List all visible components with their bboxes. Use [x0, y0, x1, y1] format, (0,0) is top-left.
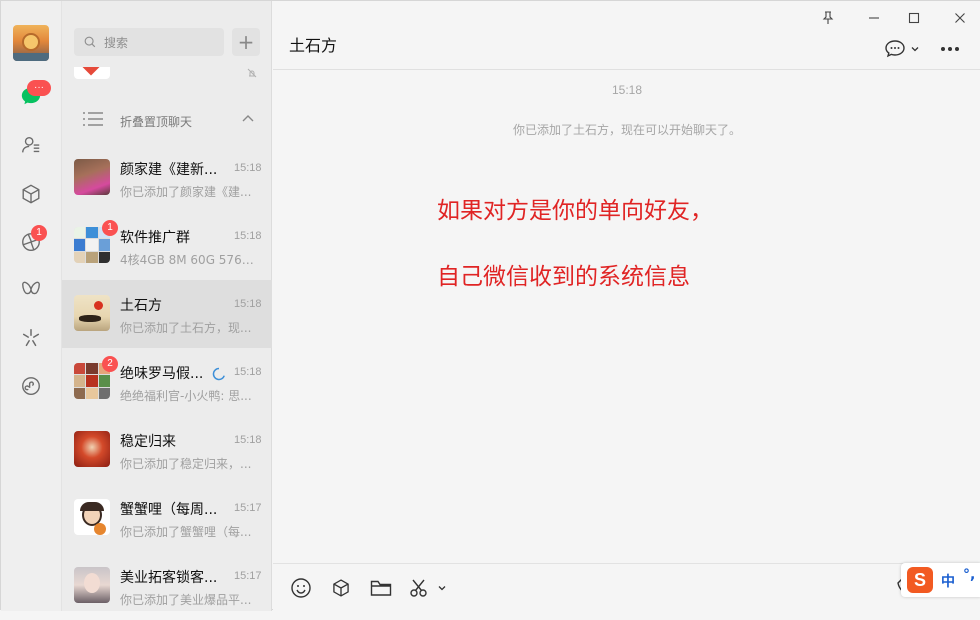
chat-preview: 你已添加了土石方，现... [120, 321, 252, 335]
close-icon[interactable] [951, 9, 969, 27]
unread-badge: 2 [102, 356, 118, 372]
wechat-window: ··· 1 搜索 + 折叠置顶聊天 颜家建《建新... 15:18 你已添加了颜… [0, 0, 980, 611]
pinned-chat-avatar-partial[interactable] [74, 67, 110, 79]
fold-pinned-chats-row[interactable]: 折叠置顶聊天 [62, 97, 272, 143]
screenshot-scissors-icon[interactable] [409, 577, 431, 599]
chat-time: 15:17 [234, 502, 262, 514]
search-placeholder: 搜索 [104, 36, 129, 50]
input-toolbar [273, 563, 980, 611]
channels-butterfly-icon[interactable] [18, 276, 44, 302]
ime-toolbar[interactable]: S 中 °, [901, 563, 980, 597]
system-message: 你已添加了土石方，现在可以开始聊天了。 [512, 123, 741, 137]
chat-title: 土石方 [289, 36, 338, 55]
chat-preview: 绝绝福利官-小火鸭: 思... [120, 389, 252, 403]
chat-name: 颜家建《建新... [120, 162, 218, 178]
annotation-text-line1: 如果对方是你的单向好友， [437, 198, 713, 224]
maximize-icon[interactable] [905, 9, 923, 27]
chat-time: 15:18 [234, 162, 262, 174]
fold-label: 折叠置顶聊天 [120, 115, 193, 129]
chat-avatar [74, 499, 110, 535]
chat-avatar [74, 295, 110, 331]
chat-name: 蟹蟹哩（每周... [120, 502, 218, 518]
chat-name: 绝味罗马假... [120, 366, 204, 382]
chat-item-selected[interactable]: 土石方 15:18 你已添加了土石方，现... [62, 280, 272, 348]
chat-item[interactable]: 颜家建《建新... 15:18 你已添加了颜家建《建... [62, 144, 272, 212]
folder-icon[interactable] [370, 577, 392, 599]
chat-avatar [74, 159, 110, 195]
pin-icon[interactable] [819, 9, 837, 27]
contacts-nav-icon[interactable] [18, 132, 44, 158]
unread-badge: 1 [102, 220, 118, 236]
chevron-down-icon[interactable] [435, 577, 449, 599]
emoji-icon[interactable] [290, 577, 312, 599]
chat-info-button[interactable] [884, 38, 920, 60]
chat-name: 土石方 [120, 298, 162, 314]
chat-item[interactable]: 蟹蟹哩（每周... 15:17 你已添加了蟹蟹哩（每... [62, 484, 272, 552]
moments-badge: 1 [31, 225, 47, 241]
chevron-down-icon [911, 47, 919, 52]
mention-icon [212, 367, 225, 381]
chat-item[interactable]: 稳定归来 15:18 你已添加了稳定归来，... [62, 416, 272, 484]
chat-item[interactable]: 1 软件推广群 15:18 4核4GB 8M 60G 576元... [62, 212, 272, 280]
navigation-sidebar: ··· 1 [1, 1, 62, 611]
more-dots-icon [941, 47, 959, 51]
favorites-cube-icon[interactable] [330, 577, 352, 599]
chat-avatar [74, 431, 110, 467]
plus-icon: + [237, 30, 255, 54]
chat-header: 土石方 [273, 1, 980, 70]
minimize-icon[interactable] [865, 9, 883, 27]
chat-bubble-icon [885, 40, 905, 58]
list-icon [83, 112, 103, 126]
ime-logo: S [907, 567, 933, 593]
annotation-text-line2: 自己微信收到的系统信息 [437, 264, 690, 290]
message-timestamp: 15:18 [611, 83, 643, 97]
chat-time: 15:17 [234, 570, 262, 582]
chat-time: 15:18 [234, 230, 262, 242]
my-avatar[interactable] [13, 25, 49, 61]
search-input[interactable]: 搜索 [74, 28, 224, 56]
chats-unread-badge: ··· [27, 80, 51, 96]
chat-preview: 4核4GB 8M 60G 576元... [120, 253, 258, 267]
chat-panel: 土石方 15:18 你已添加了土石方，现在可以开始聊天了。 如果对方是你的单向好… [273, 1, 980, 611]
chat-preview: 你已添加了美业爆品平... [120, 593, 252, 607]
ime-mode[interactable]: 中 [941, 571, 955, 591]
chat-time: 15:18 [234, 366, 262, 378]
mute-bell-icon [247, 68, 257, 78]
chat-name: 稳定归来 [120, 434, 176, 450]
search-icon [84, 36, 96, 48]
chat-preview: 你已添加了稳定归来，... [120, 457, 252, 471]
chat-time: 15:18 [234, 434, 262, 446]
chat-time: 15:18 [234, 298, 262, 310]
ime-punctuation[interactable]: °, [963, 567, 975, 583]
favorites-cube-icon[interactable] [18, 181, 44, 207]
chat-item[interactable]: 2 绝味罗马假... 15:18 绝绝福利官-小火鸭: 思... [62, 348, 272, 416]
more-options-button[interactable] [940, 38, 960, 60]
discover-sparkle-icon[interactable] [18, 325, 44, 351]
mini-programs-icon[interactable] [18, 373, 44, 399]
chat-preview: 你已添加了颜家建《建... [120, 185, 252, 199]
chevron-up-icon [242, 115, 254, 122]
chat-name: 软件推广群 [120, 230, 190, 246]
chat-list-panel: 搜索 + 折叠置顶聊天 颜家建《建新... 15:18 你已添加了颜家建《建..… [62, 1, 272, 611]
chat-name: 美业拓客锁客... [120, 570, 218, 586]
chat-preview: 你已添加了蟹蟹哩（每... [120, 525, 252, 539]
chat-avatar [74, 567, 110, 603]
add-button[interactable]: + [232, 28, 260, 56]
